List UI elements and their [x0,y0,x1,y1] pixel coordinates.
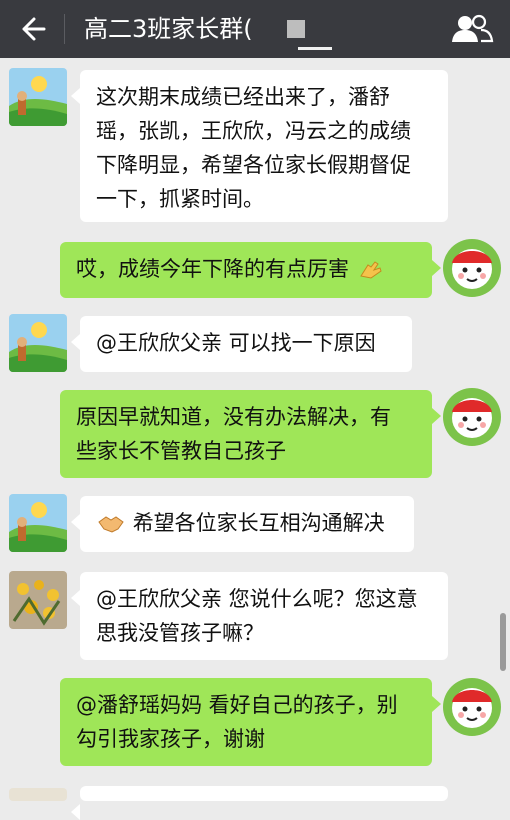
sunrise-avatar-icon [9,314,67,372]
message-line: 瑶，张凯，王欣欣，冯云之的成绩 [96,119,411,143]
message-line: 原因早就知道，没有办法解决，有 [76,405,391,429]
teacher-avatar[interactable] [9,314,67,372]
snowman-avatar[interactable] [443,678,501,736]
message-text: 希望各位家长互相沟通解决 [132,511,385,535]
flowers-avatar[interactable] [9,571,67,629]
masked-text [287,20,305,38]
message-bubble[interactable]: @潘舒瑶妈妈 看好自己的孩子，别 勾引我家孩子，谢谢 [60,678,441,766]
message-line: 勾引我家孩子，谢谢 [76,727,265,751]
message-line: 思我没管孩子嘛？ [96,621,264,645]
header-divider [64,14,65,44]
message-text: @王欣欣父亲 可以找一下原因 [96,331,376,355]
masked-underline [298,47,332,50]
partial-message-bubble [71,786,448,820]
message-line: @王欣欣父亲 您说什么呢？您这意 [96,587,418,611]
teacher-avatar[interactable] [9,494,67,552]
group-members-icon[interactable] [450,12,494,46]
sunrise-avatar-icon [9,494,67,552]
flowers-avatar-icon [9,571,67,629]
message-text: 哎，成绩今年下降的有点厉害 [76,257,349,281]
chat-area[interactable]: 这次期末成绩已经出来了，潘舒 瑶，张凯，王欣欣，冯云之的成绩 下降明显，希望各位… [0,58,510,820]
message-bubble[interactable]: @王欣欣父亲 可以找一下原因 [71,316,412,372]
message-line: @潘舒瑶妈妈 看好自己的孩子，别 [76,693,398,717]
sunrise-avatar-icon [9,68,67,126]
snowman-avatar[interactable] [443,239,501,297]
message-line: 这次期末成绩已经出来了，潘舒 [96,85,390,109]
handshake-emoji-icon [98,516,124,533]
message-bubble[interactable]: 这次期末成绩已经出来了，潘舒 瑶，张凯，王欣欣，冯云之的成绩 下降明显，希望各位… [71,70,448,222]
message-bubble[interactable]: @王欣欣父亲 您说什么呢？您这意 思我没管孩子嘛？ [71,572,448,660]
snowman-avatar[interactable] [443,388,501,446]
message-line: 下降明显，希望各位家长假期督促 [96,153,411,177]
partial-avatar [9,788,67,801]
message-bubble[interactable]: 希望各位家长互相沟通解决 [71,496,414,552]
message-bubble[interactable]: 哎，成绩今年下降的有点厉害 [60,242,441,298]
chat-header: 高二3班家长群( [0,0,510,58]
snowman-avatar-icon [443,678,501,736]
clap-emoji-icon [359,261,382,279]
message-bubble[interactable]: 原因早就知道，没有办法解决，有 些家长不管教自己孩子 [60,390,441,478]
message-line: 些家长不管教自己孩子 [76,439,286,463]
teacher-avatar[interactable] [9,68,67,126]
group-title[interactable]: 高二3班家长群( [84,12,253,46]
snowman-avatar-icon [443,388,501,446]
back-arrow-icon[interactable] [14,12,48,46]
message-line: 一下，抓紧时间。 [96,187,264,211]
snowman-avatar-icon [443,239,501,297]
scrollbar[interactable] [500,613,506,671]
